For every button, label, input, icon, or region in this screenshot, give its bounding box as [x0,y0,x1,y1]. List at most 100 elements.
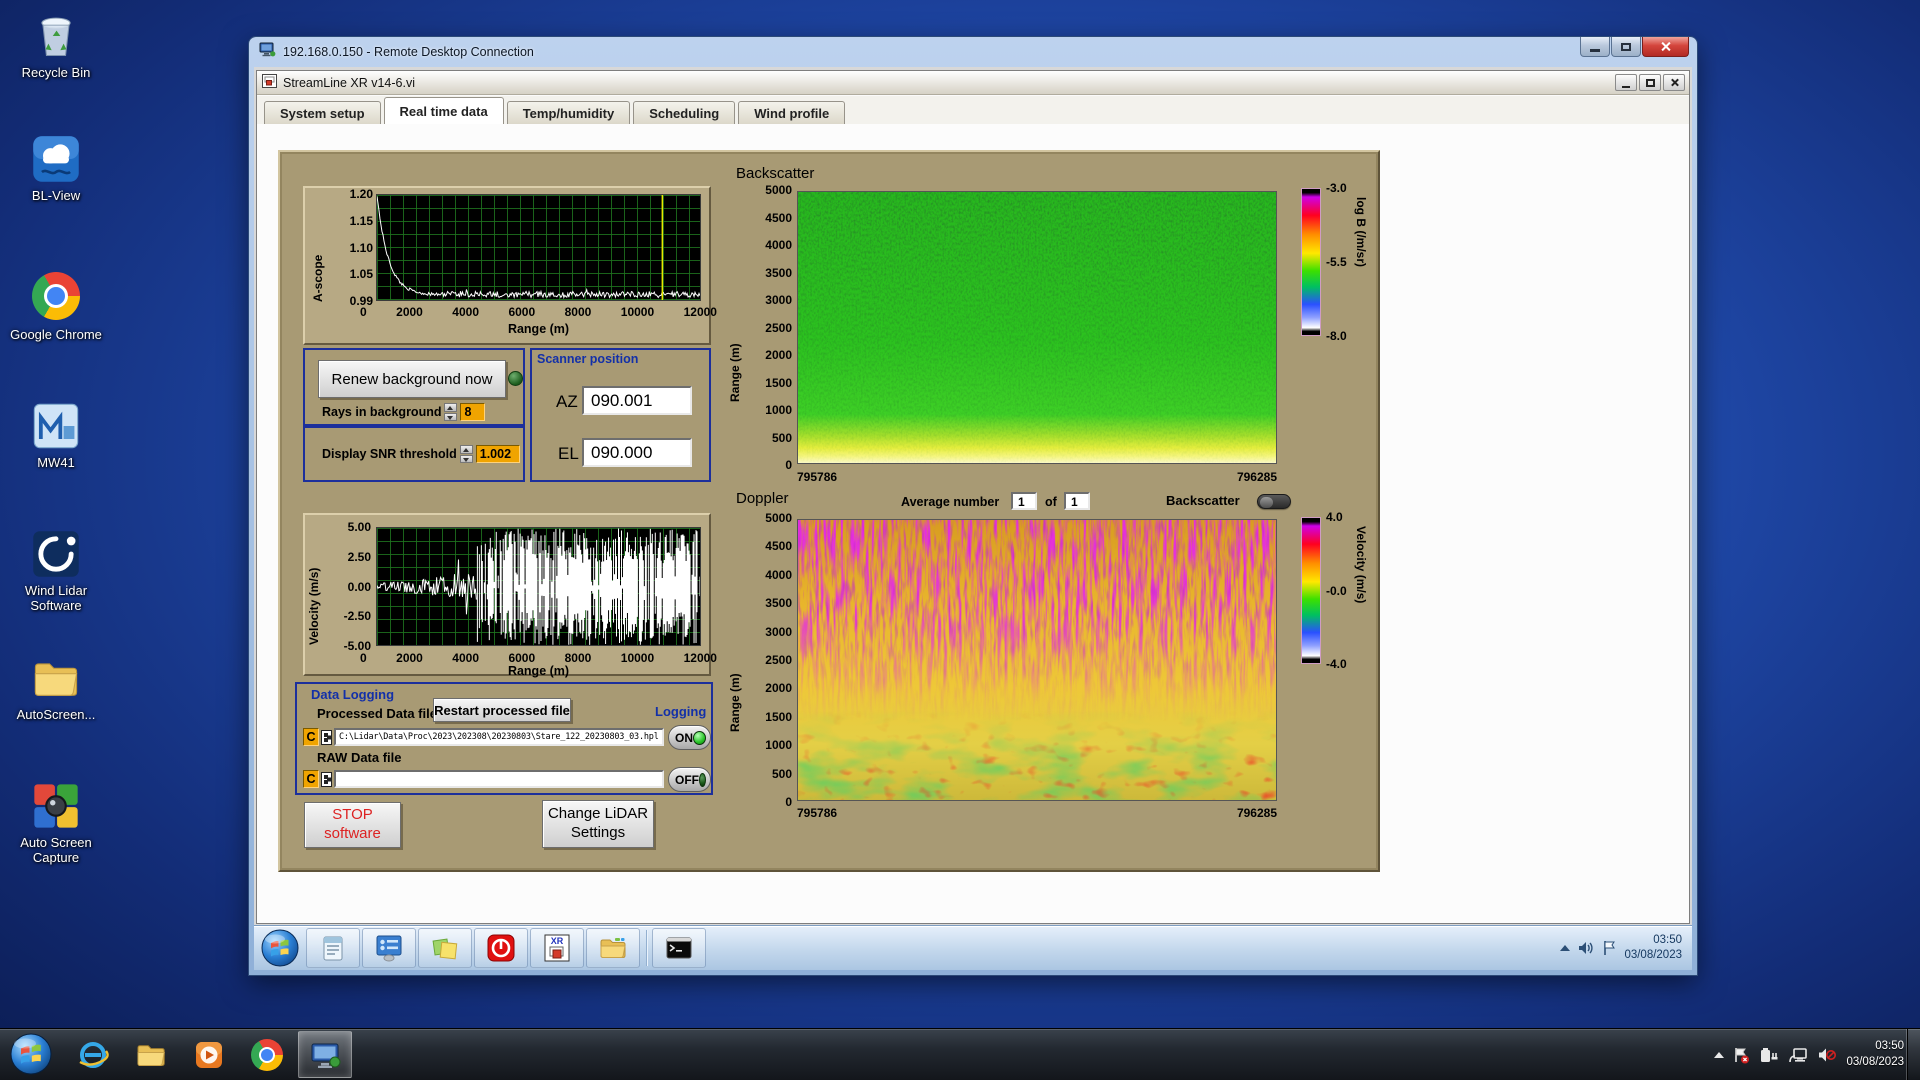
action-center-flag-icon[interactable] [1602,940,1617,956]
host-start-button[interactable] [8,1031,54,1077]
desktop-icon-autoscreen-folder[interactable]: AutoScreen... [8,652,104,722]
tab-wind-profile[interactable]: Wind profile [738,101,846,124]
backscatter-colorbar [1301,188,1321,336]
doppler-section-title: Doppler [736,490,789,507]
rays-in-background-value[interactable]: 8 [460,403,486,421]
remote-taskbar-command-prompt[interactable] [652,928,706,968]
raw-data-file-label: RAW Data file [317,750,402,765]
restart-processed-file-button[interactable]: Restart processed file [433,698,571,722]
velocity-y-axis-label: Velocity (m/s) [307,567,321,645]
velocity-y-ticks: 5.00 2.50 0.00 -2.50 -5.00 [323,521,371,652]
taskbar-separator [646,930,648,966]
remote-taskbar-stop-app[interactable] [474,928,528,968]
volume-icon[interactable] [1577,940,1595,956]
maximize-icon [1621,42,1631,51]
host-taskbar-chrome[interactable] [240,1031,294,1078]
rdp-window-title: 192.168.0.150 - Remote Desktop Connectio… [283,45,534,59]
app-maximize-button[interactable] [1639,74,1661,91]
snr-spinner[interactable] [459,445,473,463]
power-plug-icon[interactable] [1759,1046,1779,1064]
desktop-icon-auto-screen-capture[interactable]: Auto Screen Capture [8,780,104,866]
desktop-icon-google-chrome[interactable]: Google Chrome [8,270,104,342]
host-clock-date: 03/08/2023 [1846,1055,1904,1068]
remote-start-button[interactable] [260,928,300,968]
tab-system-setup[interactable]: System setup [264,101,381,124]
tab-strip: System setup Real time data Temp/humidit… [257,96,1689,124]
tray-expand-icon[interactable] [1560,945,1571,951]
raw-drive-letter[interactable]: C [303,770,319,788]
app-titlebar[interactable]: StreamLine XR v14-6.vi [257,71,1689,95]
processed-drive-letter[interactable]: C [303,728,319,746]
average-number-field[interactable]: 1 [1011,492,1037,510]
tick-label: 2.50 [347,549,371,564]
change-lidar-settings-button[interactable]: Change LiDAR Settings [542,800,654,848]
tab-real-time-data[interactable]: Real time data [383,97,504,124]
path-format-icon [321,730,332,745]
volume-muted-icon[interactable] [1817,1046,1837,1064]
velocity-graph-frame: Velocity (m/s) 5.00 2.50 0.00 -2.50 -5.00 02… [303,513,717,678]
app-minimize-button[interactable] [1615,74,1637,91]
show-desktop-button[interactable] [1907,1029,1920,1080]
remote-taskbar-sticky-notes[interactable] [418,928,472,968]
tab-scheduling[interactable]: Scheduling [633,101,736,124]
tick-label: 2000 [396,305,423,319]
desktop-icon-wind-lidar-software[interactable]: Wind Lidar Software [8,528,104,614]
host-system-tray: 03:50 03/08/2023 [1714,1029,1904,1080]
host-clock-time: 03:50 [1875,1039,1904,1052]
host-taskbar-rdp-active[interactable] [298,1031,352,1078]
renew-background-button[interactable]: Renew background now [318,360,506,398]
host-clock[interactable]: 03:50 03/08/2023 [1846,1039,1904,1070]
remote-taskbar-explorer[interactable] [586,928,640,968]
rdp-titlebar[interactable]: 192.168.0.150 - Remote Desktop Connectio… [249,37,1697,67]
az-value-field[interactable]: 090.001 [582,386,692,415]
snr-threshold-value[interactable]: 1.002 [475,445,520,463]
rdp-close-button[interactable] [1642,37,1689,57]
remote-desktop: StreamLine XR v14-6.vi System setup Real… [254,67,1692,970]
desktop-icon-bl-view[interactable]: BL-View [8,133,104,203]
desktop-icon-label: BL-View [31,188,81,203]
folder-icon [137,1044,165,1066]
processed-data-file-path[interactable]: C:\Lidar\Data\Proc\2023\202308\20230803\… [334,728,664,746]
desktop-icon-mw41[interactable]: MW41 [8,400,104,470]
host-taskbar-internet-explorer[interactable] [66,1031,120,1078]
desktop-icon-label: Google Chrome [10,327,102,342]
remote-clock[interactable]: 03:50 03/08/2023 [1624,933,1686,963]
raw-logging-off-switch[interactable]: OFF [668,767,711,792]
backscatter-x-start: 795786 [797,470,838,484]
backscatter-doppler-toggle[interactable] [1257,494,1291,509]
tick-label: 1.15 [349,213,373,228]
processed-logging-on-switch[interactable]: ON [668,725,711,750]
tick-label: 6000 [508,651,536,665]
desktop-icon-label: Auto Screen Capture [20,835,92,866]
remote-taskbar-notepad[interactable] [306,928,360,968]
tick-label: 4000 [452,651,479,665]
data-logging-title: Data Logging [311,687,395,702]
remote-taskbar-control-panel[interactable] [362,928,416,968]
rdp-maximize-button[interactable] [1611,37,1641,57]
tick-label: 0 [785,794,792,809]
raw-data-file-path[interactable] [334,770,664,788]
action-center-flag-icon[interactable] [1733,1046,1750,1064]
host-taskbar-media-player[interactable] [182,1031,236,1078]
average-number-label: Average number [901,495,1000,509]
app-close-button[interactable] [1663,74,1685,91]
tab-temp-humidity[interactable]: Temp/humidity [506,101,631,124]
tick-label: 0 [360,305,367,319]
remote-taskbar-streamline-xr[interactable]: XR [530,928,584,968]
scanner-position-title: Scanner position [537,352,639,366]
stop-software-button[interactable]: STOP software [304,802,401,848]
host-taskbar-explorer[interactable] [124,1031,178,1078]
ascope-plot-area [376,194,701,301]
off-label: OFF [675,772,699,787]
tray-expand-icon[interactable] [1714,1051,1725,1058]
tick-label: 4500 [765,539,792,554]
rays-spinner[interactable] [444,403,458,421]
lidar-front-panel: A-scope 1.20 1.15 1.10 1.05 0.99 0 2000 4000 60… [278,150,1380,872]
network-icon[interactable] [1788,1046,1808,1064]
tick-label: 500 [771,430,792,445]
rdp-minimize-button[interactable] [1580,37,1610,57]
el-value-field[interactable]: 090.000 [582,438,692,467]
tick-label: 3500 [765,265,792,280]
average-total-field[interactable]: 1 [1064,492,1090,510]
desktop-icon-recycle-bin[interactable]: Recycle Bin [8,10,104,80]
